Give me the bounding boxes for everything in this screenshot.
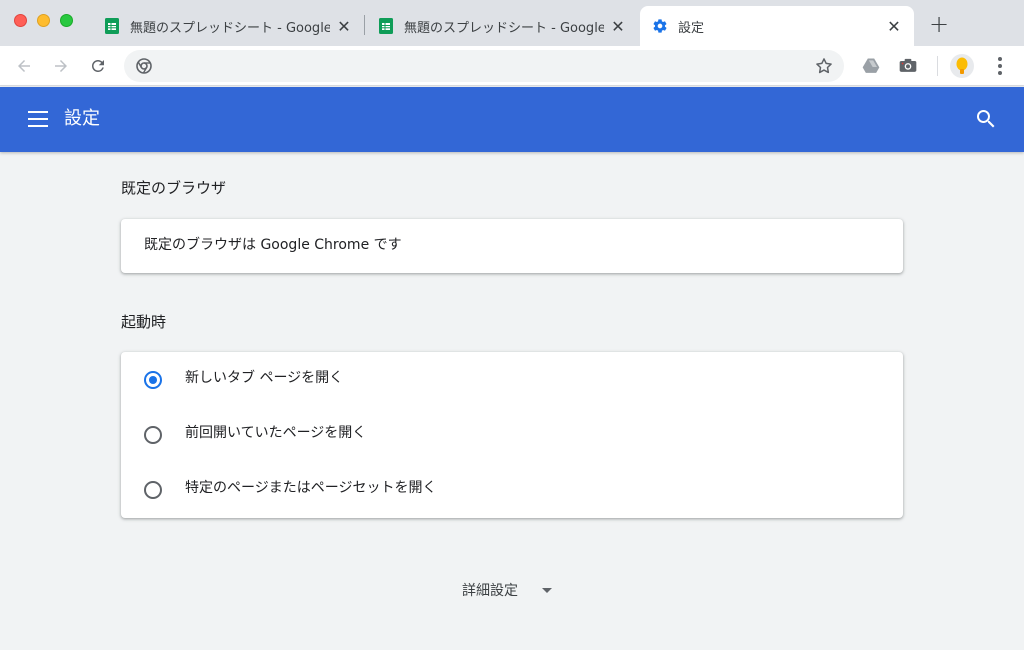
drive-extension-icon[interactable] [861,56,881,76]
hamburger-menu-icon[interactable] [28,111,48,127]
tab-close-icon[interactable]: ✕ [336,17,352,36]
settings-header: 設定 [0,87,1024,152]
search-icon[interactable] [974,107,998,131]
advanced-settings-label: 詳細設定 [462,583,518,599]
dot [998,64,1002,68]
advanced-settings-toggle[interactable]: 詳細設定 [462,580,552,600]
default-browser-card: 既定のブラウザは Google Chrome です [121,219,903,273]
address-bar[interactable] [124,50,844,82]
tab-divider [364,15,365,35]
window-zoom-button[interactable] [60,14,73,27]
startup-option-new-tab[interactable]: 新しいタブ ページを開く [121,352,903,407]
startup-option-continue[interactable]: 前回開いていたページを開く [121,407,903,462]
tab-strip: 無題のスプレッドシート - Google ✕ 無題のスプレッドシート - Goo… [0,0,1024,46]
arrow-left-icon [18,60,30,72]
bookmark-star-icon[interactable] [814,56,834,76]
camera-extension-icon[interactable] [898,56,918,76]
forward-button[interactable] [49,54,73,78]
dot [998,57,1002,61]
caret-down-icon [542,587,552,593]
toolbar-divider [937,56,938,76]
tab-spreadsheet-1[interactable]: 無題のスプレッドシート - Google ✕ [92,6,364,46]
arrow-right-icon [55,60,67,72]
settings-gear-icon [653,19,667,33]
startup-card: 新しいタブ ページを開く 前回開いていたページを開く 特定のページまたはページセ… [121,352,903,518]
default-browser-status: 既定のブラウザは Google Chrome です [144,237,402,253]
startup-option-specific-pages[interactable]: 特定のページまたはページセットを開く [121,462,903,517]
browser-toolbar [0,46,1024,86]
tab-settings[interactable]: 設定 ✕ [640,6,914,46]
profile-avatar-icon [956,57,968,74]
browser-menu-button[interactable] [990,54,1010,78]
sheets-icon [105,18,119,34]
tab-close-icon[interactable]: ✕ [610,17,626,36]
window-close-button[interactable] [14,14,27,27]
tab-spreadsheet-2[interactable]: 無題のスプレッドシート - Google ✕ [366,6,638,46]
reload-icon [92,60,104,72]
default-browser-heading: 既定のブラウザ [121,179,227,197]
tab-close-icon[interactable]: ✕ [886,17,902,36]
chrome-logo-icon [136,58,152,74]
tab-title: 無題のスプレッドシート - Google [130,20,330,36]
new-tab-button[interactable]: + [927,10,951,38]
dot [998,71,1002,75]
window-minimize-button[interactable] [37,14,50,27]
sheets-icon [379,18,393,34]
startup-option-label: 新しいタブ ページを開く [185,370,344,386]
page-title: 設定 [64,108,100,129]
radio-button[interactable] [144,426,162,444]
startup-option-label: 前回開いていたページを開く [185,425,367,441]
startup-heading: 起動時 [121,313,167,331]
radio-button[interactable] [144,481,162,499]
tab-title: 設定 [678,20,705,36]
startup-option-label: 特定のページまたはページセットを開く [185,480,437,496]
tab-title: 無題のスプレッドシート - Google [404,20,604,36]
profile-avatar[interactable] [950,54,974,78]
reload-button[interactable] [86,54,110,78]
radio-button-selected[interactable] [144,371,162,389]
back-button[interactable] [12,54,36,78]
